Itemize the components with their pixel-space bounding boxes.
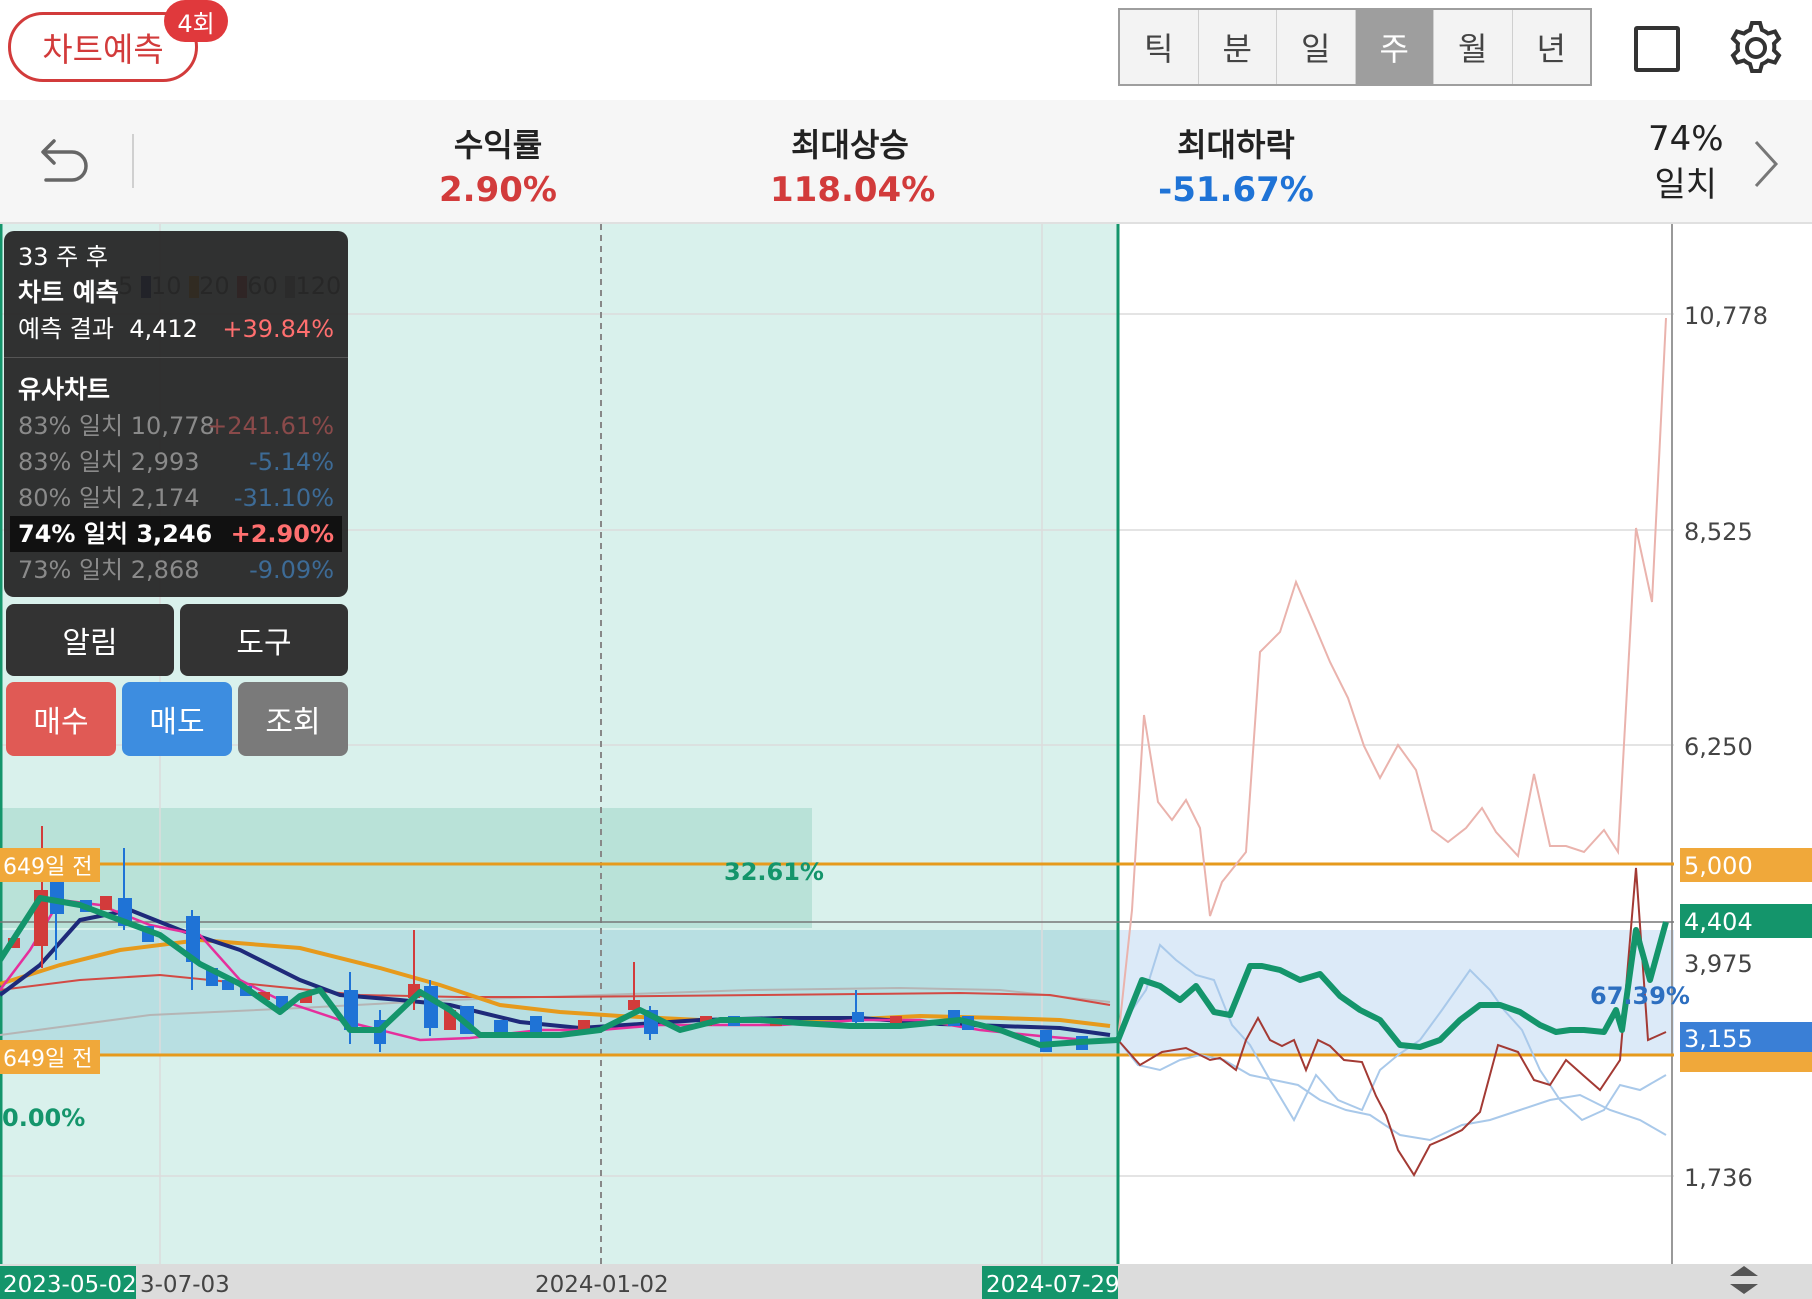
x-label: 3-07-03: [140, 1272, 230, 1298]
similar-value: 2,174: [130, 484, 200, 512]
similar-value: 10,778: [130, 412, 215, 440]
return-value: 2.90%: [439, 170, 557, 210]
predict-title: 차트 예측: [18, 278, 119, 307]
tab-minute[interactable]: 분: [1199, 10, 1277, 84]
left-percent-label: 0.00%: [2, 1104, 85, 1132]
match-label: 일치: [1654, 165, 1718, 205]
current-price-tag: 4,404: [1684, 908, 1753, 936]
prediction-tooltip: 33 주 후 차트 예측 예측 결과 4,412 +39.84% 유사차트 83…: [4, 231, 348, 597]
tab-week[interactable]: 주: [1355, 10, 1434, 84]
similar-item[interactable]: 80% 일치 2,174 -31.10%: [18, 480, 334, 516]
weeks-after: 33 주 후: [18, 243, 108, 271]
tab-tick[interactable]: 틱: [1120, 10, 1199, 84]
x-axis-area: [0, 1264, 1812, 1299]
fullscreen-square-icon[interactable]: [1634, 26, 1680, 72]
similar-value: 2,868: [130, 556, 200, 584]
similar-item[interactable]: 73% 일치 2,868 -9.09%: [18, 552, 334, 588]
return-label: 수익률: [453, 126, 543, 164]
max-up-stat: 최대상승 118.04%: [770, 120, 936, 210]
top-bar: 차트예측 4회 틱 분 일 주 월 년: [0, 0, 1812, 100]
days-before-tag-top: 649일 전: [3, 855, 92, 880]
return-stat: 수익률 2.90%: [428, 120, 568, 210]
chart-predict-label: 차트예측: [42, 30, 164, 69]
similar-match: 83% 일치: [18, 448, 124, 476]
upper-price-tag: 5,000: [1684, 852, 1753, 880]
similar-item[interactable]: 83% 일치 2,993 -5.14%: [18, 444, 334, 480]
tools-button[interactable]: 도구: [180, 604, 348, 676]
chevron-right-icon[interactable]: [1746, 134, 1786, 194]
sell-button[interactable]: 매도: [122, 682, 232, 756]
similar-item-selected[interactable]: 74% 일치 3,246 +2.90%: [10, 516, 342, 552]
y-label: 8,525: [1684, 518, 1753, 546]
undo-icon[interactable]: [36, 132, 94, 190]
tab-month[interactable]: 월: [1434, 10, 1513, 84]
period-tabs: 틱 분 일 주 월 년: [1118, 8, 1592, 86]
result-label: 예측 결과: [18, 315, 114, 343]
buy-button[interactable]: 매수: [6, 682, 116, 756]
x-end-tag: 2024-07-29: [986, 1272, 1120, 1298]
prediction-percent-label: 67.39%: [1590, 982, 1690, 1010]
similar-change: +241.61%: [207, 412, 334, 440]
lower-ref-tag: [1680, 1052, 1812, 1072]
similar-change: -9.09%: [249, 556, 334, 584]
zone-percent-label: 32.61%: [724, 858, 824, 886]
similar-change: -5.14%: [249, 448, 334, 476]
result-change: +39.84%: [222, 315, 334, 343]
similar-match: 83% 일치: [18, 412, 124, 440]
match-info[interactable]: 74% 일치: [1648, 116, 1724, 208]
tab-year[interactable]: 년: [1513, 10, 1591, 84]
predict-result-row: 예측 결과 4,412 +39.84%: [18, 311, 334, 347]
max-down-stat: 최대하락 -51.67%: [1156, 120, 1316, 210]
max-up-value: 118.04%: [770, 170, 936, 210]
similar-item[interactable]: 83% 일치 10,778 +241.61%: [18, 408, 334, 444]
similar-change: -31.10%: [233, 484, 334, 512]
similar-match: 80% 일치: [18, 484, 124, 512]
y-label: 6,250: [1684, 733, 1753, 761]
similar-change: +2.90%: [230, 520, 334, 548]
chart-prediction-screen: 차트예측 4회 틱 분 일 주 월 년 수익률 2.90% 최대상승 118.0…: [0, 0, 1812, 1299]
similar-title: 유사차트: [18, 375, 111, 404]
predict-count-badge: 4회: [164, 0, 228, 42]
alarm-button[interactable]: 알림: [6, 604, 174, 676]
lower-price-tag: 3,155: [1684, 1025, 1753, 1053]
inquiry-button[interactable]: 조회: [238, 682, 348, 756]
similar-value: 3,246: [136, 520, 213, 548]
stats-bar: 수익률 2.90% 최대상승 118.04% 최대하락 -51.67% 74% …: [0, 100, 1812, 224]
similar-match: 74% 일치: [18, 520, 128, 548]
days-before-tag-bottom: 649일 전: [3, 1047, 92, 1072]
y-label: 10,778: [1684, 302, 1768, 330]
max-down-label: 최대하락: [1177, 126, 1295, 164]
max-down-value: -51.67%: [1158, 170, 1314, 210]
similar-match: 73% 일치: [18, 556, 124, 584]
max-up-label: 최대상승: [791, 126, 909, 164]
x-label: 2024-01-02: [535, 1272, 669, 1298]
tab-day[interactable]: 일: [1277, 10, 1356, 84]
match-percent: 74%: [1648, 119, 1724, 159]
divider: [132, 134, 134, 188]
gear-icon[interactable]: [1726, 18, 1786, 78]
result-value: 4,412: [129, 315, 198, 343]
x-start-tag: 2023-05-02: [3, 1272, 137, 1298]
y-label: 1,736: [1684, 1164, 1753, 1192]
y-label: 3,975: [1684, 950, 1753, 978]
similar-value: 2,993: [130, 448, 200, 476]
